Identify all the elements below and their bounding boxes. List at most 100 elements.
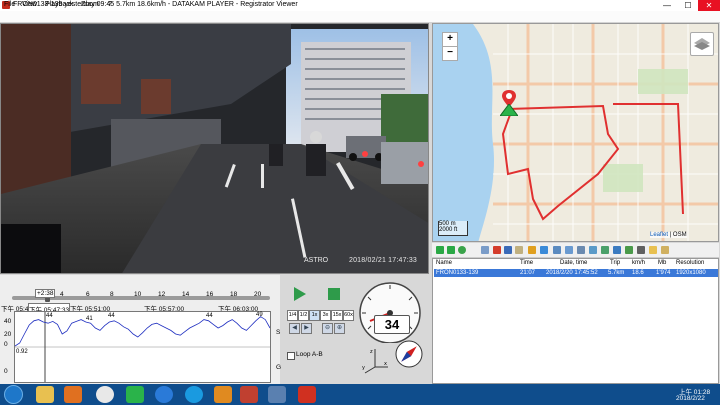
- chrome-icon[interactable]: [96, 386, 114, 403]
- save-icon[interactable]: [504, 246, 512, 254]
- speed-graph[interactable]: [14, 311, 271, 383]
- zoom-in-button[interactable]: ⊕: [334, 323, 345, 334]
- cell-datetime: 2018/2/20 17:45:52: [546, 270, 598, 276]
- menu-zoom[interactable]: Zoom: [81, 1, 99, 8]
- speed-3x-button[interactable]: 3x: [320, 310, 331, 321]
- video-timestamp: 2018/02/21 17:47:33: [349, 257, 418, 264]
- loop-checkbox[interactable]: [287, 352, 295, 360]
- cell-speed: 18.6: [632, 270, 644, 276]
- computer-icon[interactable]: [268, 386, 286, 403]
- loop-label: Loop A-B: [296, 351, 323, 358]
- info-icon[interactable]: [661, 246, 669, 254]
- map-zoom-in-button[interactable]: +: [442, 32, 458, 47]
- col-time[interactable]: Time: [520, 260, 533, 266]
- prev-frame-button[interactable]: ◀: [289, 323, 300, 334]
- y-label: 0: [4, 341, 8, 348]
- speed-graph-svg: [14, 312, 271, 382]
- svg-text:x: x: [384, 361, 387, 367]
- next-frame-button[interactable]: ▶: [301, 323, 312, 334]
- speed-peak-label: 41: [86, 316, 93, 322]
- speed-line: [14, 316, 271, 347]
- delete-icon[interactable]: [493, 246, 501, 254]
- cell-time: 21:07: [520, 270, 536, 276]
- maximize-button[interactable]: ☐: [677, 0, 699, 11]
- ie-icon[interactable]: [155, 386, 173, 403]
- col-trip[interactable]: Trip: [610, 260, 620, 266]
- menu-file[interactable]: File: [4, 1, 15, 8]
- clock-date[interactable]: 2018/2/22: [676, 395, 705, 402]
- arrow-left-icon[interactable]: [540, 246, 548, 254]
- film-icon[interactable]: [601, 246, 609, 254]
- leaflet-link[interactable]: Leaflet: [650, 232, 668, 238]
- copy-icon[interactable]: [481, 246, 489, 254]
- cell-resolution: 1920x1080: [676, 270, 706, 276]
- sketchup-icon[interactable]: [240, 386, 258, 403]
- film-strip-icon[interactable]: [637, 246, 645, 254]
- col-mb[interactable]: Mb: [658, 260, 666, 266]
- map-view[interactable]: [432, 23, 719, 242]
- map-canvas: [433, 24, 718, 241]
- close-button[interactable]: ✕: [698, 0, 720, 11]
- menu-help[interactable]: ?: [108, 1, 112, 8]
- screenshot-icon[interactable]: [553, 246, 561, 254]
- col-speed[interactable]: km/h: [632, 260, 645, 266]
- speed-60x-button[interactable]: 60x: [343, 310, 354, 321]
- refresh-icon[interactable]: [458, 246, 466, 254]
- video-frame[interactable]: [0, 23, 429, 274]
- cell-name: FRON0133-139: [436, 270, 479, 276]
- compass-icon: [394, 339, 424, 369]
- gforce-axis-label: G: [276, 364, 282, 371]
- speed-value: 34: [374, 315, 410, 334]
- svg-text:y: y: [362, 365, 365, 371]
- col-name[interactable]: Name: [436, 260, 452, 266]
- speed-15x-button[interactable]: 15x: [331, 310, 343, 321]
- minimize-button[interactable]: —: [656, 0, 678, 11]
- map-attribution: Leaflet | OSM: [650, 232, 687, 238]
- media-player-icon[interactable]: [64, 386, 82, 403]
- y-label: 20: [4, 331, 12, 338]
- video-watermark: ASTRO: [304, 257, 329, 264]
- settings-icon[interactable]: [613, 246, 621, 254]
- svg-text:z: z: [370, 349, 373, 355]
- cell-mb: 1'974: [656, 270, 671, 276]
- direction-arrow-icon: [499, 103, 519, 117]
- datakam-icon[interactable]: [298, 386, 316, 403]
- y-label: 40: [4, 318, 12, 325]
- col-datetime[interactable]: Date, time: [560, 260, 587, 266]
- menu-playback[interactable]: Playback: [45, 1, 73, 8]
- y-label: 0: [4, 368, 8, 375]
- add-icon[interactable]: [436, 246, 444, 254]
- remove-icon[interactable]: [447, 246, 455, 254]
- speed-quarter-button[interactable]: 1/4: [287, 310, 298, 321]
- menu-view[interactable]: View: [22, 1, 37, 8]
- explorer-icon[interactable]: [36, 386, 54, 403]
- speed-1x-button[interactable]: 1x: [309, 310, 320, 321]
- export-icon[interactable]: [515, 246, 523, 254]
- speed-peak-label: 49: [256, 312, 263, 318]
- photo-icon[interactable]: [589, 246, 597, 254]
- speed-peak-label: 44: [108, 313, 115, 319]
- map-zoom-out-button[interactable]: −: [442, 46, 458, 61]
- speed-peak-label: 44: [206, 313, 213, 319]
- cut-icon[interactable]: [577, 246, 585, 254]
- line-icon[interactable]: [126, 386, 144, 403]
- speed-half-button[interactable]: 1/2: [298, 310, 309, 321]
- stop-button[interactable]: [328, 288, 340, 300]
- start-button[interactable]: [4, 385, 23, 404]
- timeline-start-label: +2:38: [35, 289, 56, 298]
- video-scene: [1, 24, 428, 273]
- col-resolution[interactable]: Resolution: [676, 260, 704, 266]
- menu-bar: [0, 11, 720, 23]
- speed-axis-label: S: [276, 329, 281, 336]
- folder-icon[interactable]: [649, 246, 657, 254]
- zoom-out-button[interactable]: ⊖: [322, 323, 333, 334]
- skype-icon[interactable]: [185, 386, 203, 403]
- play-button[interactable]: [294, 287, 306, 301]
- winamp-icon[interactable]: [214, 386, 232, 403]
- speed-peak-label: 44: [46, 313, 53, 319]
- arrow-right-icon[interactable]: [528, 246, 536, 254]
- crop-icon[interactable]: [565, 246, 573, 254]
- file-toolbar: [432, 243, 719, 258]
- grid-icon[interactable]: [625, 246, 633, 254]
- map-layers-icon[interactable]: [690, 32, 714, 56]
